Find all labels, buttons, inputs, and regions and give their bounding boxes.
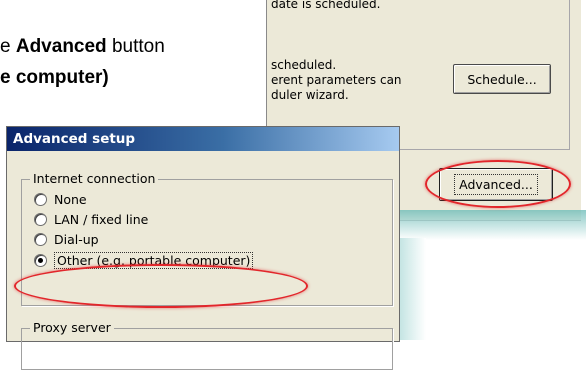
- option-none-label: None: [54, 191, 87, 207]
- option-none[interactable]: None: [34, 190, 87, 208]
- parameters-text: erent parameters can: [271, 73, 402, 87]
- highlight-advanced-button: [425, 160, 571, 208]
- instruction-prefix: e: [0, 36, 16, 57]
- option-dialup-label: Dial-up: [54, 231, 99, 247]
- radio-none-icon: [34, 192, 47, 206]
- instruction-computer-bold: e computer): [0, 67, 109, 88]
- proxy-server-group: Proxy server: [21, 320, 393, 370]
- option-dialup[interactable]: Dial-up: [34, 230, 99, 248]
- instruction-line-1: e Advanced button: [0, 36, 165, 58]
- highlight-other-option: [14, 264, 308, 308]
- scheduled-text: scheduled.: [271, 58, 337, 72]
- proxy-server-label: Proxy server: [30, 320, 114, 335]
- internet-connection-label: Internet connection: [30, 171, 159, 186]
- dialog-title-bar[interactable]: Advanced setup: [7, 127, 399, 151]
- instruction-suffix: button: [106, 36, 165, 57]
- option-lan[interactable]: LAN / fixed line: [34, 210, 148, 228]
- radio-lan-icon: [34, 212, 47, 226]
- radio-dialup-icon: [34, 232, 47, 246]
- advanced-setup-dialog: Advanced setup Internet connection None …: [6, 126, 400, 370]
- wizard-text: duler wizard.: [271, 88, 349, 102]
- option-lan-label: LAN / fixed line: [54, 211, 149, 227]
- radio-other-selected-icon: [34, 253, 47, 267]
- schedule-status-text: date is scheduled.: [271, 0, 381, 11]
- instruction-advanced-bold: Advanced: [15, 36, 107, 57]
- schedule-button[interactable]: Schedule...: [453, 64, 551, 94]
- instruction-line-2: e computer): [0, 67, 109, 89]
